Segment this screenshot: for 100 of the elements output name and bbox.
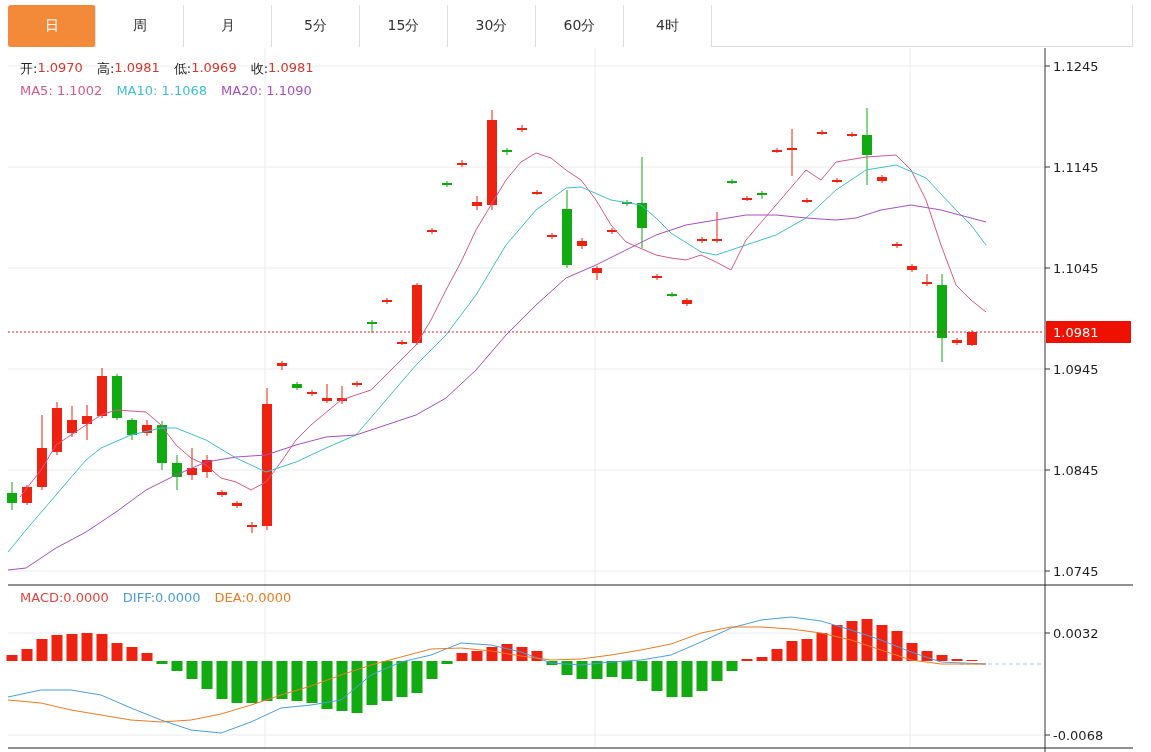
candle: [712, 211, 722, 244]
legend-value: 1.0969: [191, 60, 237, 77]
candle: [727, 178, 737, 185]
histogram-bar: [801, 639, 813, 661]
candle: [337, 385, 347, 405]
histogram-bar: [381, 661, 393, 701]
histogram-bar: [591, 661, 603, 679]
candle: [502, 147, 512, 156]
legend-value: 0.0000: [245, 590, 292, 605]
candle: [22, 484, 32, 506]
axis-tick-label: 1.0845: [1053, 463, 1099, 478]
histogram-bar: [456, 653, 468, 661]
histogram-bar: [411, 661, 423, 693]
histogram-bar: [666, 661, 678, 697]
candle: [682, 297, 692, 307]
histogram-bar: [561, 661, 573, 675]
candle: [787, 128, 797, 177]
histogram-bar: [396, 661, 408, 697]
candle: [652, 273, 662, 281]
histogram-bar: [336, 661, 348, 711]
candle: [952, 337, 962, 346]
histogram-bar: [816, 633, 828, 661]
candle: [442, 180, 452, 188]
candle: [817, 129, 827, 136]
histogram-bar: [711, 661, 723, 681]
histogram-bar: [696, 661, 708, 691]
histogram-bar: [771, 649, 783, 661]
candle: [367, 319, 377, 334]
candle: [187, 447, 197, 481]
candle: [607, 227, 617, 235]
axis-tick-label: 1.0945: [1053, 362, 1099, 377]
legend-label: 收:: [250, 60, 269, 78]
histogram-bar: [81, 633, 93, 661]
candle: [847, 131, 857, 138]
axis-tick-label: 1.1145: [1053, 160, 1099, 175]
candle: [772, 147, 782, 154]
period-tab[interactable]: 4时: [624, 5, 712, 47]
period-tab[interactable]: 周: [96, 5, 184, 47]
legend-label: DEA:: [214, 590, 246, 605]
histogram-bar: [186, 661, 198, 679]
period-tab[interactable]: 15分: [360, 5, 448, 47]
period-tab[interactable]: 60分: [536, 5, 624, 47]
histogram-bar: [891, 631, 903, 661]
histogram-bar: [6, 655, 18, 661]
axis-tick-label: -0.0068: [1053, 728, 1104, 743]
candle: [802, 197, 812, 204]
candle: [127, 417, 137, 441]
histogram-bar: [366, 661, 378, 705]
candle: [247, 521, 257, 534]
candle: [82, 404, 92, 441]
histogram-bar: [246, 661, 258, 703]
histogram-bar: [276, 661, 288, 699]
histogram-bar: [201, 661, 213, 689]
period-tab[interactable]: 月: [184, 5, 272, 47]
candle: [832, 177, 842, 184]
histogram-bar: [96, 634, 108, 661]
histogram-bar: [606, 661, 618, 677]
histogram-bar: [351, 661, 363, 713]
candle: [457, 159, 467, 168]
legend-value: 0.0000: [155, 590, 201, 605]
period-tab[interactable]: 5分: [272, 5, 360, 47]
axis-tick-label: 1.1045: [1053, 261, 1099, 276]
period-tab[interactable]: 30分: [448, 5, 536, 47]
histogram-bar: [51, 635, 63, 661]
candle: [667, 291, 677, 298]
candle: [172, 454, 182, 491]
histogram-bar: [936, 655, 948, 661]
histogram-bar: [141, 653, 153, 661]
histogram-bar: [621, 661, 633, 679]
candle: [307, 389, 317, 397]
candle: [322, 383, 332, 404]
candle: [352, 380, 362, 388]
candle: [52, 401, 62, 456]
legend-value: 0.0000: [63, 590, 109, 605]
histogram-bar: [726, 661, 738, 671]
histogram-bar: [66, 634, 78, 661]
current-price-tag: 1.0981: [1046, 321, 1131, 343]
legend-label: MA5:: [20, 83, 53, 98]
candle: [217, 489, 227, 498]
histogram-bar: [516, 647, 528, 661]
axis-tick-label: 0.0032: [1053, 626, 1099, 641]
histogram-bar: [831, 625, 843, 661]
candle: [427, 227, 437, 235]
candle: [907, 263, 917, 273]
legend-label: 高:: [96, 60, 115, 78]
legend-label: MA20:: [221, 83, 263, 98]
legend-label: 开:: [20, 60, 38, 78]
legend-value: 1.1090: [266, 83, 312, 98]
legend-value: 1.0981: [114, 60, 160, 77]
candle: [277, 360, 287, 371]
histogram-bar: [156, 661, 168, 664]
legend-label: DIFF:: [122, 590, 156, 605]
histogram-bar: [21, 649, 33, 661]
histogram-bar: [681, 661, 693, 697]
histogram-bar: [441, 661, 453, 664]
legend-label: MA10:: [116, 83, 158, 98]
legend-value: 1.1002: [56, 83, 103, 98]
legend-label: 低:: [173, 60, 192, 78]
candle: [517, 124, 527, 133]
histogram-bar: [171, 661, 183, 671]
